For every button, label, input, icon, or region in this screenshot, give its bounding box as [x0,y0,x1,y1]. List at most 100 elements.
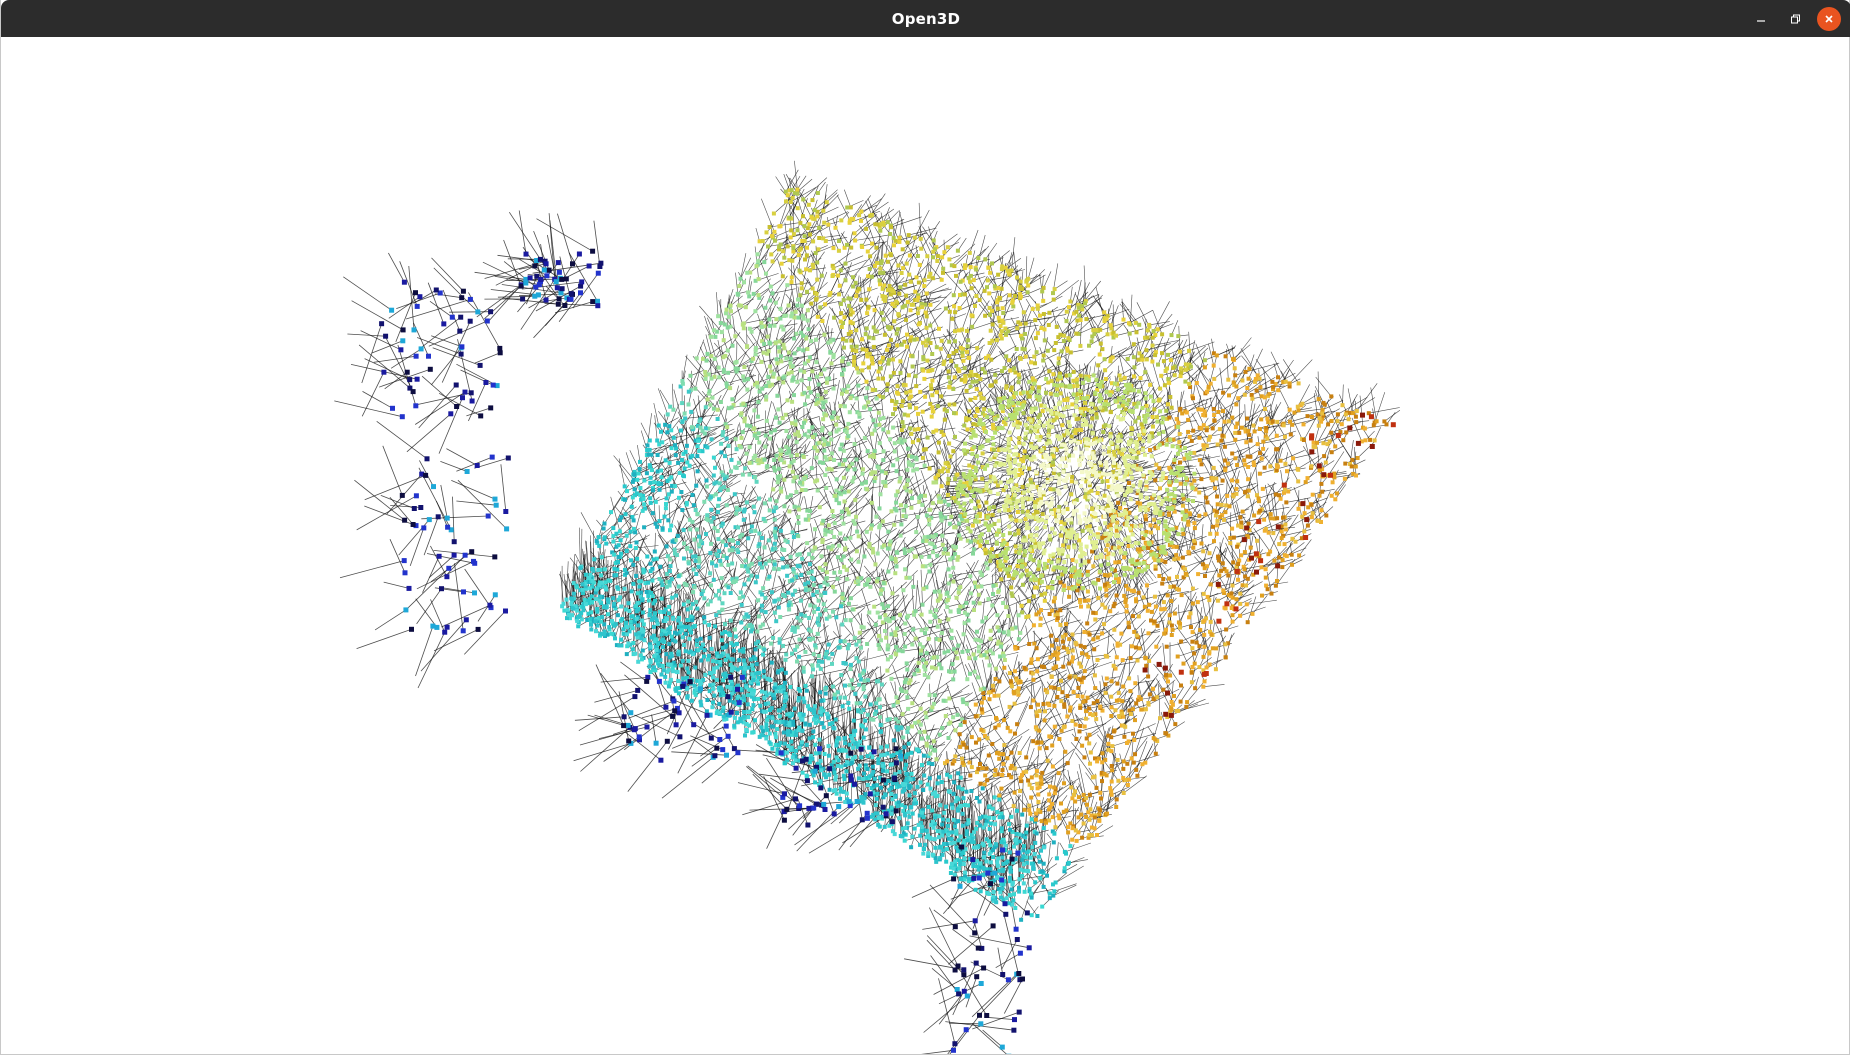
normal-line [847,460,863,484]
normal-line [1248,348,1263,379]
normal-line [1231,345,1234,359]
normal-line [858,538,864,562]
normal-line [1063,750,1065,784]
normal-line [814,483,833,512]
normal-line [933,233,958,253]
normal-line [1027,257,1035,279]
normal-line [1191,667,1196,683]
normal-line [825,237,848,242]
normal-line [1238,399,1241,433]
normal-line [1153,301,1170,332]
normal-line [1264,381,1266,398]
normal-line [887,417,891,433]
normal-line [975,234,986,270]
normal-line [860,201,889,222]
normal-line [952,313,967,320]
title-bar[interactable]: Open3D [1,0,1850,37]
normal-line [1200,592,1207,619]
normal-line [732,315,736,337]
normal-line [1158,683,1161,719]
normal-line [1325,447,1331,463]
normal-line [1016,585,1030,602]
normal-line [823,655,826,689]
normal-line [765,410,767,436]
normal-line [1090,795,1095,810]
normal-line [778,382,783,419]
normal-line [653,403,659,426]
normal-line [958,561,976,590]
normal-line [802,177,828,200]
normal-line [781,323,798,327]
normal-line [841,609,846,625]
normal-line [874,295,879,311]
normal-line [1052,309,1058,327]
normal-line [939,613,964,622]
close-icon [1825,14,1833,23]
restore-icon [1791,14,1800,23]
normal-line [1384,409,1401,422]
normal-line [640,422,651,441]
normal-line [1088,654,1107,658]
normal-line [769,319,773,343]
normal-line [657,388,668,415]
normal-line [780,201,795,227]
normal-line [1348,398,1356,420]
normal-line [691,411,695,428]
normal-line [779,192,792,227]
normal-line [957,547,980,561]
normal-line [1007,252,1013,271]
normal-line [1185,568,1194,589]
point-cloud-render[interactable] [1,37,1849,1054]
3d-viewport[interactable] [1,37,1849,1054]
normal-line [754,469,770,478]
normal-line [1005,333,1021,336]
normal-line [1031,598,1037,615]
normal-line [1087,684,1112,698]
normal-line [1043,271,1052,289]
normal-line [673,389,683,423]
normal-line [948,313,951,342]
normal-line [765,514,781,522]
normal-line [727,327,733,346]
normal-line [1014,703,1029,734]
normal-line [915,350,920,387]
normal-line [827,519,855,532]
normal-line [1211,560,1220,576]
normal-line [988,253,990,268]
normal-line [1016,696,1031,725]
close-button[interactable] [1817,6,1841,31]
normal-line [690,528,692,552]
normal-line [1195,343,1206,368]
maximize-button[interactable] [1783,7,1807,31]
normal-line [783,173,790,191]
normal-line [1078,280,1102,308]
normal-line [997,739,1021,753]
normal-line [877,351,879,379]
normal-line [918,202,922,239]
normal-line [793,265,799,300]
normal-line [1132,723,1156,734]
normal-line [669,561,698,583]
normal-line [1181,588,1199,596]
normal-line [917,232,928,257]
minimize-button[interactable] [1749,7,1773,31]
normal-line [1236,501,1241,518]
normal-line [890,216,922,228]
normal-line [1015,367,1040,373]
normal-line [1155,313,1173,336]
normal-line [1032,303,1048,310]
normal-line [942,269,965,274]
normal-line [1278,388,1290,410]
normal-line [1134,727,1145,755]
normal-line [1261,495,1277,510]
normal-line [1066,827,1071,847]
normal-line [961,296,975,330]
normal-line [1203,684,1225,687]
normal-line [1128,309,1153,324]
normal-line [1002,317,1020,321]
minimize-icon [1757,19,1765,22]
normal-line [802,440,811,456]
normal-line [1095,612,1126,620]
normal-lines [334,160,1401,1054]
normal-line [926,565,939,588]
